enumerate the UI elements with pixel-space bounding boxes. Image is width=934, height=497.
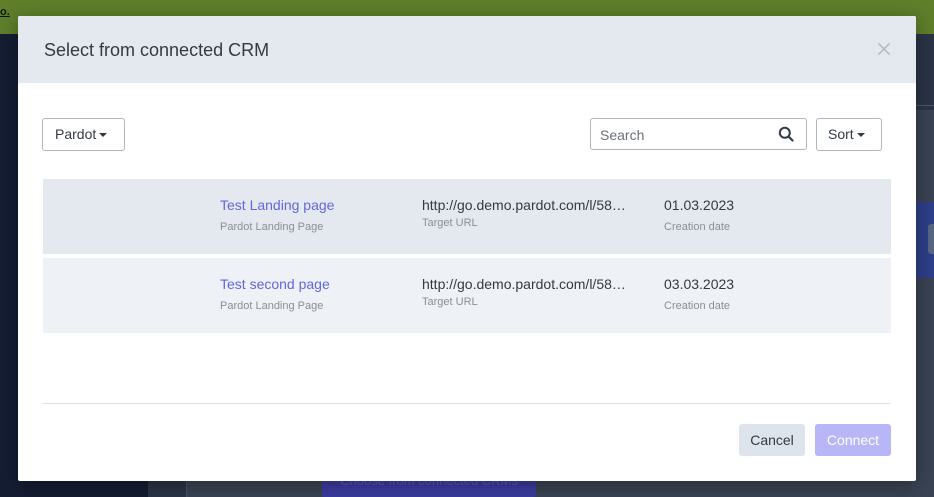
list-item[interactable]: Test second page Pardot Landing Page htt… xyxy=(43,258,891,333)
cancel-button[interactable]: Cancel xyxy=(739,424,805,456)
creation-date-label: Creation date xyxy=(664,221,731,233)
footer-divider xyxy=(43,403,891,404)
select-crm-modal: Select from connected CRM Pardot Sort Te… xyxy=(18,16,916,481)
creation-date: 03.03.2023 xyxy=(664,276,735,292)
sort-label: Sort xyxy=(828,126,854,142)
crm-source-selected: Pardot xyxy=(55,126,97,142)
modal-header: Select from connected CRM xyxy=(18,16,916,83)
search-icon[interactable] xyxy=(778,126,794,142)
creation-date: 01.03.2023 xyxy=(664,197,735,213)
crm-source-dropdown[interactable]: Pardot xyxy=(42,118,125,151)
page-type: Pardot Landing Page xyxy=(220,221,324,233)
chevron-down-icon xyxy=(99,133,108,138)
search-box xyxy=(590,118,807,150)
page-name-link[interactable]: Test second page xyxy=(220,276,330,292)
target-url-label: Target URL xyxy=(422,217,478,229)
app-side-panel-handle xyxy=(928,224,934,254)
chevron-down-icon xyxy=(856,133,865,138)
page-name-link[interactable]: Test Landing page xyxy=(220,197,334,213)
topbar-link: o. xyxy=(0,6,10,18)
list-item[interactable]: Test Landing page Pardot Landing Page ht… xyxy=(43,179,891,254)
target-url: http://go.demo.pardot.com/l/58… xyxy=(422,197,626,213)
close-button[interactable] xyxy=(876,41,892,57)
search-input[interactable] xyxy=(600,125,770,145)
target-url: http://go.demo.pardot.com/l/58… xyxy=(422,276,626,292)
close-icon xyxy=(878,43,890,55)
connect-button[interactable]: Connect xyxy=(815,424,891,456)
creation-date-label: Creation date xyxy=(664,300,731,312)
modal-title: Select from connected CRM xyxy=(44,40,270,60)
page-type: Pardot Landing Page xyxy=(220,300,324,312)
target-url-label: Target URL xyxy=(422,296,478,308)
sort-dropdown[interactable]: Sort xyxy=(816,118,882,151)
